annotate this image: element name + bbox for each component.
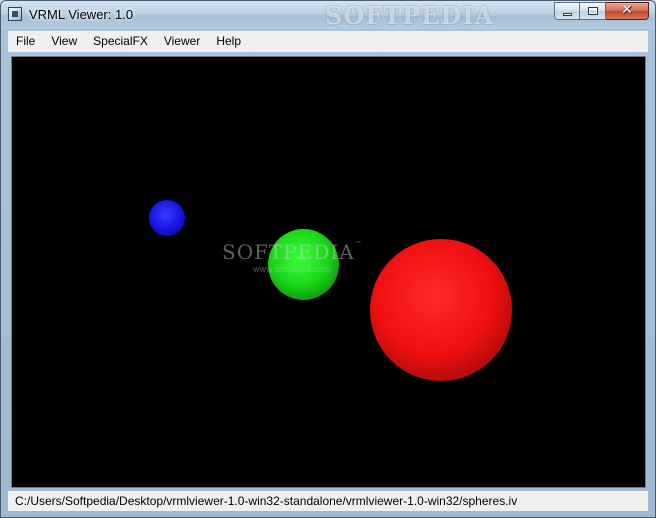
app-icon[interactable] [8, 7, 22, 21]
status-bar: C:/Users/Softpedia/Desktop/vrmlviewer-1.… [8, 491, 648, 511]
maximize-button[interactable] [580, 2, 606, 20]
titlebar-watermark: SOFTPEDIA [325, 1, 495, 30]
watermark-brand: SOFTPEDIA [222, 240, 355, 264]
title-bar[interactable]: VRML Viewer: 1.0 SOFTPEDIA ✕ [1, 1, 655, 30]
status-file-path: C:/Users/Softpedia/Desktop/vrmlviewer-1.… [15, 494, 518, 508]
menu-viewer[interactable]: Viewer [156, 31, 208, 52]
menu-bar: File View SpecialFX Viewer Help [8, 31, 648, 52]
app-window: VRML Viewer: 1.0 SOFTPEDIA ✕ File View S… [0, 0, 656, 518]
minimize-button[interactable] [554, 2, 580, 20]
menu-help[interactable]: Help [208, 31, 249, 52]
caption-buttons: ✕ [554, 2, 649, 20]
close-button[interactable]: ✕ [606, 2, 649, 20]
center-watermark: SOFTPEDIA™ www.softpedia.com [222, 240, 362, 274]
3d-viewport[interactable]: SOFTPEDIA™ www.softpedia.com [11, 56, 646, 488]
menu-file[interactable]: File [8, 31, 43, 52]
maximize-icon [588, 7, 598, 15]
watermark-trademark: ™ [354, 240, 362, 248]
minimize-icon [563, 13, 572, 16]
close-icon: ✕ [621, 2, 633, 18]
red-sphere [370, 239, 512, 381]
watermark-url: www.softpedia.com [253, 264, 331, 274]
window-title: VRML Viewer: 1.0 [29, 7, 134, 22]
blue-sphere [149, 200, 185, 236]
menu-view[interactable]: View [43, 31, 85, 52]
menu-specialfx[interactable]: SpecialFX [85, 31, 156, 52]
